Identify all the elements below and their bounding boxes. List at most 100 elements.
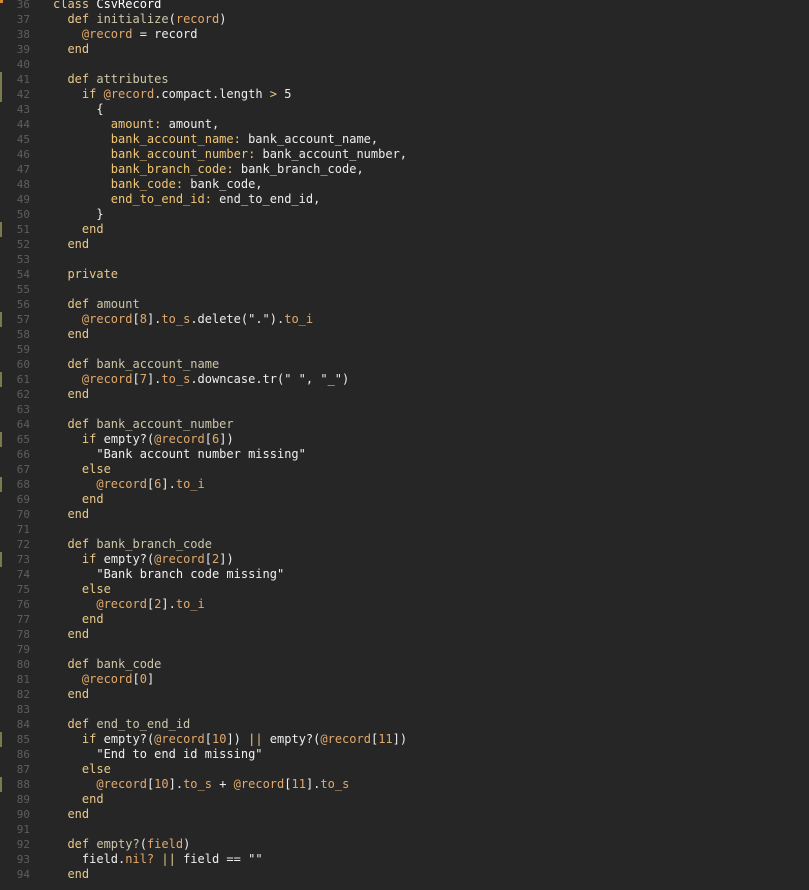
code-token: field == "" bbox=[175, 852, 263, 866]
code-text: def bank_account_number bbox=[53, 417, 233, 432]
code-line[interactable]: 40 bbox=[0, 57, 809, 72]
code-line[interactable]: 57 @record[8].to_s.delete(".").to_i bbox=[0, 312, 809, 327]
line-number: 45 bbox=[16, 133, 30, 146]
code-token: ]) bbox=[219, 552, 234, 566]
code-line[interactable]: 69 end bbox=[0, 492, 809, 507]
code-line[interactable]: 47 bank_branch_code: bank_branch_code, bbox=[0, 162, 809, 177]
line-number: 53 bbox=[16, 253, 30, 266]
code-line[interactable]: 43 { bbox=[0, 102, 809, 117]
code-token: ]. bbox=[168, 777, 184, 791]
code-line[interactable]: 88 @record[10].to_s + @record[11].to_s bbox=[0, 777, 809, 792]
code-line[interactable]: 37 def initialize(record) bbox=[0, 12, 809, 27]
code-line[interactable]: 58 end bbox=[0, 327, 809, 342]
code-line[interactable]: 73 if empty?(@record[2]) bbox=[0, 552, 809, 567]
code-text: end bbox=[53, 687, 89, 702]
code-token: def bbox=[67, 12, 97, 26]
code-line[interactable]: 46 bank_account_number: bank_account_num… bbox=[0, 147, 809, 162]
code-line[interactable]: 50 } bbox=[0, 207, 809, 222]
line-number: 73 bbox=[16, 553, 30, 566]
line-number: 51 bbox=[16, 223, 30, 236]
code-line[interactable]: 44 amount: amount, bbox=[0, 117, 809, 132]
code-line[interactable]: 70 end bbox=[0, 507, 809, 522]
line-number: 88 bbox=[16, 778, 30, 791]
code-line[interactable]: 36 class CsvRecord bbox=[0, 0, 809, 12]
code-line[interactable]: 65 if empty?(@record[6]) bbox=[0, 432, 809, 447]
code-line[interactable]: 48 bank_code: bank_code, bbox=[0, 177, 809, 192]
code-line[interactable]: 81 @record[0] bbox=[0, 672, 809, 687]
code-line[interactable]: 83 bbox=[0, 702, 809, 717]
code-editor[interactable]: 36 class CsvRecord 37 def initialize(recor… bbox=[0, 0, 809, 890]
code-line[interactable]: 84 def end_to_end_id bbox=[0, 717, 809, 732]
code-line[interactable]: 45 bank_account_name: bank_account_name, bbox=[0, 132, 809, 147]
code-line[interactable]: 89 end bbox=[0, 792, 809, 807]
code-text: "End to end id missing" bbox=[53, 747, 262, 762]
code-line[interactable]: 53 bbox=[0, 252, 809, 267]
line-number: 81 bbox=[16, 673, 30, 686]
code-line[interactable]: 75 else bbox=[0, 582, 809, 597]
code-line[interactable]: 72 def bank_branch_code bbox=[0, 537, 809, 552]
code-line[interactable]: 62 end bbox=[0, 387, 809, 402]
code-line[interactable]: 76 @record[2].to_i bbox=[0, 597, 809, 612]
code-line[interactable]: 39 end bbox=[0, 42, 809, 57]
line-number: 46 bbox=[16, 148, 30, 161]
code-line[interactable]: 64 def bank_account_number bbox=[0, 417, 809, 432]
line-number: 56 bbox=[16, 298, 30, 311]
code-line[interactable]: 66 "Bank account number missing" bbox=[0, 447, 809, 462]
code-token: end bbox=[67, 627, 90, 641]
code-line[interactable]: 92 def empty?(field) bbox=[0, 837, 809, 852]
code-line[interactable]: 38 @record = record bbox=[0, 27, 809, 42]
code-line[interactable]: 42 if @record.compact.length > 5 bbox=[0, 87, 809, 102]
code-token: + bbox=[211, 777, 234, 791]
code-token: end bbox=[81, 492, 104, 506]
code-line[interactable]: 59 bbox=[0, 342, 809, 357]
code-line[interactable]: 56 def amount bbox=[0, 297, 809, 312]
code-line[interactable]: 52 end bbox=[0, 237, 809, 252]
code-text: end bbox=[53, 807, 89, 822]
code-line[interactable]: 71 bbox=[0, 522, 809, 537]
code-line[interactable]: 49 end_to_end_id: end_to_end_id, bbox=[0, 192, 809, 207]
line-number: 79 bbox=[16, 643, 30, 656]
code-line[interactable]: 86 "End to end id missing" bbox=[0, 747, 809, 762]
code-line[interactable]: 78 end bbox=[0, 627, 809, 642]
code-token: to_s bbox=[161, 372, 191, 386]
code-token: 0 bbox=[139, 672, 147, 686]
code-line[interactable]: 67 else bbox=[0, 462, 809, 477]
code-line[interactable]: 54 private bbox=[0, 267, 809, 282]
code-line[interactable]: 85 if empty?(@record[10]) || empty?(@rec… bbox=[0, 732, 809, 747]
code-token: if bbox=[81, 87, 104, 101]
code-line[interactable]: 79 bbox=[0, 642, 809, 657]
code-token: bank_account_number, bbox=[255, 147, 408, 161]
code-line[interactable]: 90 end bbox=[0, 807, 809, 822]
code-line[interactable]: 94 end bbox=[0, 867, 809, 882]
code-text: end bbox=[53, 42, 89, 57]
code-line[interactable]: 74 "Bank branch code missing" bbox=[0, 567, 809, 582]
line-number: 77 bbox=[16, 613, 30, 626]
code-line[interactable]: 77 end bbox=[0, 612, 809, 627]
code-line[interactable]: 61 @record[7].to_s.downcase.tr(" ", "_") bbox=[0, 372, 809, 387]
code-line[interactable]: 41 def attributes bbox=[0, 72, 809, 87]
code-token: bank_account_name bbox=[96, 357, 220, 371]
code-line[interactable]: 93 field.nil? || field == "" bbox=[0, 852, 809, 867]
code-line[interactable]: 51 end bbox=[0, 222, 809, 237]
code-line[interactable]: 68 @record[6].to_i bbox=[0, 477, 809, 492]
line-number: 68 bbox=[16, 478, 30, 491]
code-token: end bbox=[81, 612, 104, 626]
code-line[interactable]: 80 def bank_code bbox=[0, 657, 809, 672]
line-number: 43 bbox=[16, 103, 30, 116]
code-line[interactable]: 60 def bank_account_name bbox=[0, 357, 809, 372]
line-number: 80 bbox=[16, 658, 30, 671]
code-line[interactable]: 55 bbox=[0, 282, 809, 297]
code-line[interactable]: 63 bbox=[0, 402, 809, 417]
line-number: 42 bbox=[16, 88, 30, 101]
code-token: def bbox=[67, 297, 97, 311]
code-line[interactable]: 87 else bbox=[0, 762, 809, 777]
code-line[interactable]: 82 end bbox=[0, 687, 809, 702]
code-line[interactable]: 91 bbox=[0, 822, 809, 837]
